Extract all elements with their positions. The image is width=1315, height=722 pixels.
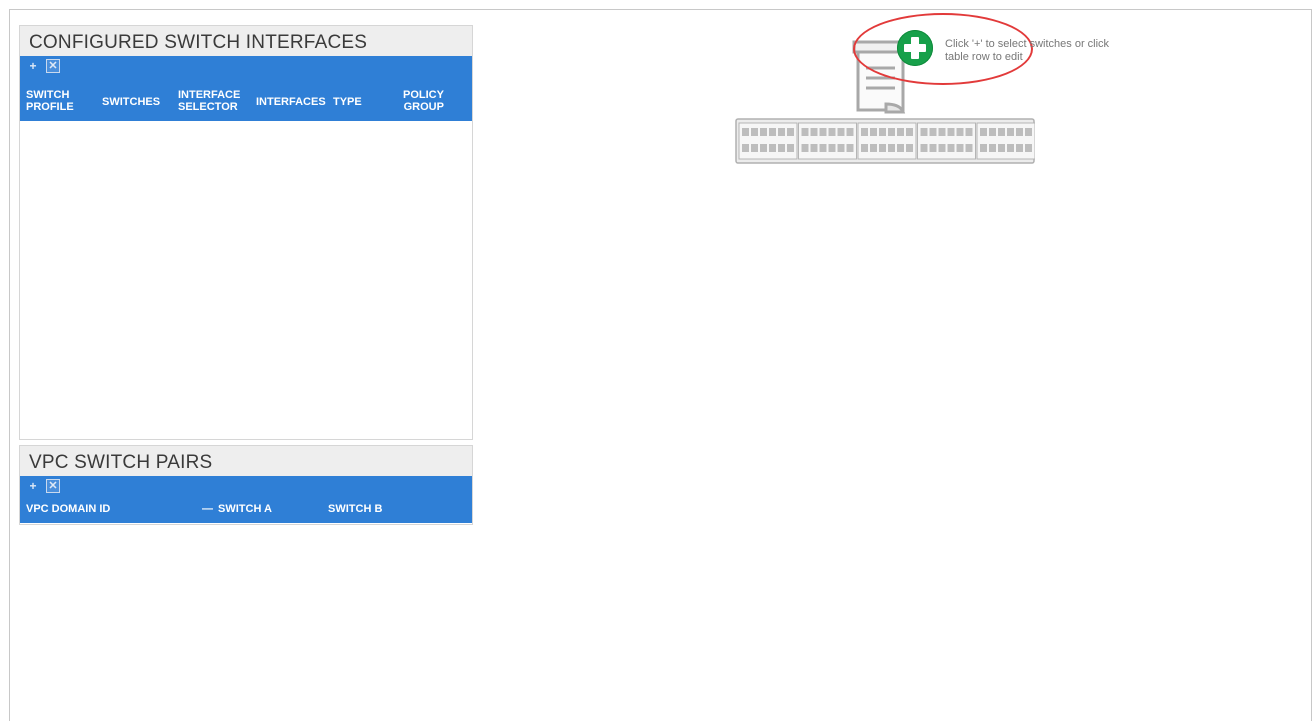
switch-port — [828, 128, 836, 136]
switch-port — [778, 144, 785, 152]
toolbar: + ✕ — [20, 56, 472, 75]
switch-port — [760, 128, 767, 136]
delete-icon[interactable]: ✕ — [46, 478, 60, 493]
switch-port — [897, 144, 904, 152]
switch-port — [929, 128, 937, 136]
column-sort-indicator: — — [202, 503, 213, 515]
switch-port — [787, 144, 794, 152]
switch-port — [1025, 128, 1032, 136]
switch-port — [837, 144, 845, 152]
column-type[interactable]: TYPE — [333, 96, 362, 108]
switch-port — [920, 128, 928, 136]
add-icon[interactable]: + — [26, 59, 40, 73]
switch-port — [870, 144, 877, 152]
switch-port — [846, 144, 854, 152]
switch-port — [778, 128, 785, 136]
switch-port — [938, 128, 946, 136]
switch-port — [1025, 144, 1032, 152]
switch-port — [906, 128, 913, 136]
column-policy-group[interactable]: POLICY GROUP — [403, 89, 444, 113]
switch-port — [906, 144, 913, 152]
switch-port — [965, 128, 973, 136]
column-switch-b[interactable]: SWITCH B — [328, 503, 382, 515]
switch-port — [879, 128, 886, 136]
add-icon[interactable]: + — [26, 479, 40, 493]
switch-chassis-icon — [735, 118, 1035, 164]
column-switch-a[interactable]: SWITCH A — [218, 503, 272, 515]
delete-icon[interactable]: ✕ — [46, 58, 60, 73]
switch-port — [870, 128, 877, 136]
switch-port — [837, 128, 845, 136]
switch-port — [929, 144, 937, 152]
switch-port — [956, 128, 964, 136]
table-header: SWITCH PROFILE SWITCHES INTERFACE SELECT… — [20, 75, 472, 121]
switch-port — [938, 144, 946, 152]
switch-port — [1007, 128, 1014, 136]
toolbar: + ✕ — [20, 476, 472, 495]
panel-title: CONFIGURED SWITCH INTERFACES — [20, 26, 472, 56]
switch-port — [989, 144, 996, 152]
switch-port — [828, 144, 836, 152]
column-interfaces[interactable]: INTERFACES — [256, 96, 326, 108]
switch-port — [861, 144, 868, 152]
switch-port — [801, 128, 809, 136]
switch-port — [920, 144, 928, 152]
switch-port — [801, 144, 809, 152]
switch-port — [810, 144, 818, 152]
switch-port — [980, 144, 987, 152]
switch-port — [965, 144, 973, 152]
switch-port — [897, 128, 904, 136]
switch-port — [846, 128, 854, 136]
switch-port — [810, 128, 818, 136]
switch-port — [888, 128, 895, 136]
switch-port — [819, 128, 827, 136]
switch-port — [751, 144, 758, 152]
switch-port — [947, 144, 955, 152]
column-vpc-domain-id[interactable]: VPC DOMAIN ID — [26, 503, 110, 515]
column-switch-profile[interactable]: SWITCH PROFILE — [26, 89, 74, 113]
table-header: VPC DOMAIN ID — SWITCH A SWITCH B — [20, 495, 472, 523]
switch-port — [998, 144, 1005, 152]
switch-port — [989, 128, 996, 136]
hint-text: Click '+' to select switches or click ta… — [945, 38, 1110, 63]
switch-port — [879, 144, 886, 152]
configured-switch-interfaces-panel: CONFIGURED SWITCH INTERFACES + ✕ SWITCH … — [19, 25, 473, 440]
switch-port — [861, 128, 868, 136]
switch-port — [787, 128, 794, 136]
panel-title: VPC SWITCH PAIRS — [20, 446, 472, 476]
switch-port — [947, 128, 955, 136]
column-interface-selector[interactable]: INTERFACE SELECTOR — [178, 89, 240, 113]
plus-circle-icon[interactable] — [897, 30, 933, 66]
table-body — [20, 121, 472, 439]
column-switches[interactable]: SWITCHES — [102, 96, 160, 108]
switch-port — [742, 128, 749, 136]
switch-port — [956, 144, 964, 152]
switch-port — [1016, 144, 1023, 152]
switch-port — [742, 144, 749, 152]
switch-port — [888, 144, 895, 152]
switch-port — [998, 128, 1005, 136]
switch-port — [769, 128, 776, 136]
switch-port — [769, 144, 776, 152]
vpc-switch-pairs-panel: VPC SWITCH PAIRS + ✕ VPC DOMAIN ID — SWI… — [19, 445, 473, 525]
switch-port — [751, 128, 758, 136]
switch-port — [1007, 144, 1014, 152]
switch-port — [1016, 128, 1023, 136]
switch-port — [819, 144, 827, 152]
switch-port — [760, 144, 767, 152]
switch-port — [980, 128, 987, 136]
